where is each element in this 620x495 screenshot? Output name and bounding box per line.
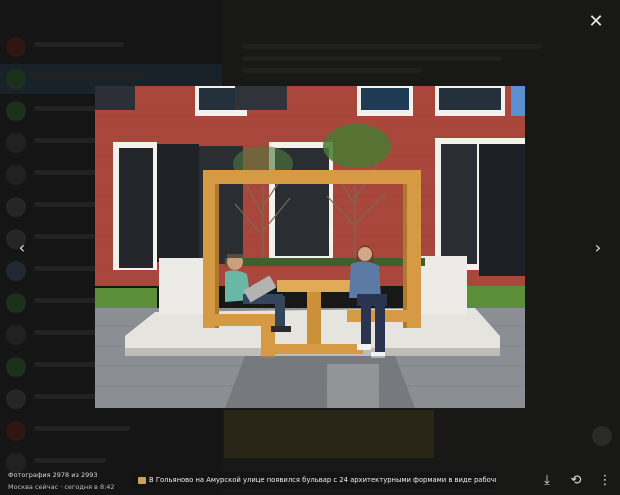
photo-icon xyxy=(138,476,146,484)
close-icon[interactable]: ✕ xyxy=(584,10,608,34)
photo-counter: Фотография 2978 из 2993 xyxy=(8,471,98,479)
more-icon[interactable]: ⋮ xyxy=(596,472,614,490)
caption-text: В Гольяново на Амурской улице появился б… xyxy=(149,476,496,484)
previous-photo-button[interactable]: ‹ xyxy=(12,236,32,260)
photo-source-meta[interactable]: Москва сейчас · сегодня в 8:42 xyxy=(8,483,115,491)
share-icon[interactable]: ⟲ xyxy=(567,472,585,490)
next-photo-button[interactable]: › xyxy=(588,236,608,260)
download-icon[interactable]: ⤓ xyxy=(538,472,556,490)
scroll-down-button[interactable] xyxy=(592,426,612,446)
photo-caption: В Гольяново на Амурской улице появился б… xyxy=(130,471,496,489)
photo xyxy=(95,86,525,408)
